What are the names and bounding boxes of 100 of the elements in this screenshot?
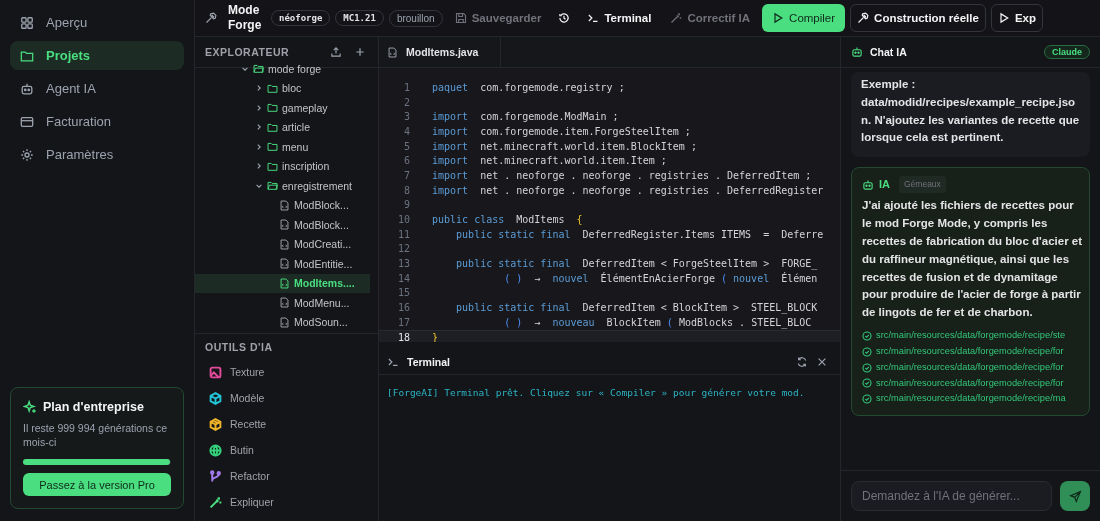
hammer-icon bbox=[857, 12, 870, 24]
tree-item[interactable]: ModSoun... bbox=[195, 312, 370, 332]
line-number: 14 bbox=[396, 272, 410, 284]
save-icon bbox=[454, 12, 467, 24]
grid-icon bbox=[20, 15, 34, 30]
line-number: 6 bbox=[402, 155, 410, 167]
toolbar-button[interactable]: Construction réelle bbox=[850, 4, 986, 32]
check-circle-icon bbox=[862, 394, 872, 405]
robot-icon bbox=[851, 46, 863, 58]
line-number: 1 bbox=[402, 81, 410, 93]
chevron-right-icon bbox=[255, 162, 263, 171]
chevron-right-icon bbox=[255, 84, 263, 93]
toolbar-button[interactable]: Compiler bbox=[762, 4, 846, 32]
tree-item[interactable]: ModBlock... bbox=[195, 195, 370, 215]
folder-icon bbox=[253, 63, 264, 75]
add-icon[interactable] bbox=[354, 46, 366, 58]
model-badge: Claude bbox=[1044, 45, 1090, 59]
line-number: 10 bbox=[396, 214, 410, 226]
folder-icon bbox=[267, 180, 278, 192]
upload-icon[interactable] bbox=[330, 46, 342, 58]
code-line: import net.minecraft.world.item.BlockItem ; bbox=[432, 140, 697, 152]
tree-item[interactable]: bloc bbox=[195, 78, 370, 98]
plan-title: Plan d'entreprise bbox=[43, 399, 144, 414]
code-line: public static final DeferredItem < BlockItem > STEEL_BLOCK bbox=[455, 302, 818, 314]
check-circle-icon bbox=[862, 362, 872, 373]
toolbar-button[interactable]: Terminal bbox=[580, 4, 659, 32]
close-icon[interactable] bbox=[816, 356, 828, 368]
check-circle-icon bbox=[862, 346, 872, 357]
message-text: J'ai ajouté les fichiers de recettes pour le mod Forge Mode, y compris les recettes de fabrication du bloc d'acier et du raffineur magnétique, ainsi que les recettes de fusion et de dynamitage pour produire de l'acier de forge à partir de lingots de fer et de charbon. bbox=[862, 198, 1083, 321]
send-button[interactable] bbox=[1060, 481, 1090, 511]
box-icon bbox=[209, 417, 222, 431]
chat-input[interactable]: Demandez à l'IA de générer... bbox=[851, 481, 1052, 511]
line-number: 16 bbox=[396, 302, 410, 314]
check-circle-icon bbox=[862, 378, 872, 389]
tool-item[interactable]: Butin bbox=[205, 437, 368, 463]
file-path[interactable]: src/main/resources/data/forgemode/recipe/for bbox=[876, 375, 1064, 392]
history-icon bbox=[558, 12, 571, 24]
code-line: import net.minecraft.world.item.Item ; bbox=[432, 155, 667, 167]
hammer-icon bbox=[205, 12, 217, 24]
line-number: 12 bbox=[396, 243, 410, 255]
robot-icon bbox=[862, 178, 874, 191]
line-number: 2 bbox=[402, 96, 410, 108]
play-icon bbox=[772, 12, 785, 24]
tools-title: OUTILS D'IA bbox=[205, 341, 274, 353]
code-line: public static final DeferredItem < ForgeSteelItem > FORGE_ bbox=[455, 258, 818, 270]
line-number: 4 bbox=[402, 125, 410, 137]
file-path[interactable]: src/main/resources/data/forgemode/recipe/for bbox=[876, 359, 1064, 376]
tree-item[interactable]: ModItems.... bbox=[195, 273, 370, 293]
tree-item[interactable]: ModEntitie... bbox=[195, 254, 370, 274]
code-editor[interactable] bbox=[379, 68, 840, 342]
tool-item[interactable]: Recette bbox=[205, 411, 368, 437]
refresh-icon[interactable] bbox=[796, 356, 808, 368]
file-path[interactable]: src/main/resources/data/forgemode/recipe/for bbox=[876, 343, 1064, 360]
file-icon bbox=[279, 258, 290, 270]
tree-item[interactable]: inscription bbox=[195, 156, 370, 176]
chat-message: Exemple : data/modid/recipes/example_recipe.json. N'ajoutez les variantes de recette que lorsque cela est pertinent. bbox=[851, 72, 1090, 158]
nav-item[interactable]: Agent IA bbox=[10, 74, 184, 103]
line-number: 7 bbox=[402, 169, 410, 181]
nav-item[interactable]: Aperçu bbox=[10, 8, 184, 37]
check-circle-icon bbox=[862, 331, 872, 341]
code-line: public static final DeferredRegister.Items ITEMS = Deferre bbox=[455, 228, 824, 240]
file-icon bbox=[387, 46, 398, 58]
file-icon bbox=[279, 219, 290, 231]
line-number: 9 bbox=[402, 199, 410, 211]
tree-item[interactable]: enregistrement bbox=[195, 176, 370, 196]
chevron-right-icon bbox=[255, 123, 263, 132]
file-icon bbox=[279, 238, 290, 250]
line-number: 11 bbox=[396, 228, 410, 240]
sparkle-icon bbox=[23, 399, 37, 414]
tree-item[interactable]: mode forge bbox=[195, 59, 370, 79]
image-icon bbox=[209, 365, 222, 379]
tree-item[interactable]: ModBlock... bbox=[195, 215, 370, 235]
code-line: import net . neoforge . neoforge . registries . DeferredItem ; bbox=[432, 169, 812, 181]
nav-item[interactable]: Projets bbox=[10, 41, 184, 70]
tree-item[interactable]: gameplay bbox=[195, 98, 370, 118]
code-line: import com.forgemode.item.ForgeSteelItem ; bbox=[432, 125, 691, 137]
tool-item[interactable]: Texture bbox=[205, 359, 368, 385]
nav-item[interactable]: Paramètres bbox=[10, 140, 184, 169]
code-line: paquet com.forgemode.registry ; bbox=[432, 81, 625, 93]
tool-item[interactable]: Refactor bbox=[205, 463, 368, 489]
send-icon bbox=[1068, 489, 1082, 503]
chevron-right-icon bbox=[255, 142, 263, 151]
tree-item[interactable]: ModMenu... bbox=[195, 293, 370, 313]
tree-item[interactable]: ModCreati... bbox=[195, 234, 370, 254]
line-number: 13 bbox=[396, 258, 410, 270]
file-path[interactable]: src/main/resources/data/forgemode/recipe/ste bbox=[876, 328, 1066, 344]
tool-item[interactable]: Expliquer bbox=[205, 489, 368, 515]
tree-item[interactable]: menu bbox=[195, 137, 370, 157]
nav-item[interactable]: Facturation bbox=[10, 107, 184, 136]
tool-item[interactable]: Modèle bbox=[205, 385, 368, 411]
code-line: ( ) → nouvel ÉlémentEnAcierForge ( nouvel Élémen bbox=[503, 272, 818, 284]
tree-item[interactable]: article bbox=[195, 117, 370, 137]
line-number: 17 bbox=[396, 316, 410, 328]
upgrade-button[interactable]: Passez à la version Pro bbox=[23, 473, 171, 496]
settings-icon bbox=[20, 147, 34, 162]
line-number: 18 bbox=[396, 331, 410, 343]
toolbar-button[interactable]: Exp bbox=[990, 4, 1043, 32]
file-path[interactable]: src/main/resources/data/forgemode/recipe/ma bbox=[876, 391, 1066, 408]
model-tag: Gémeaux bbox=[899, 176, 946, 194]
wand-icon bbox=[209, 495, 222, 509]
